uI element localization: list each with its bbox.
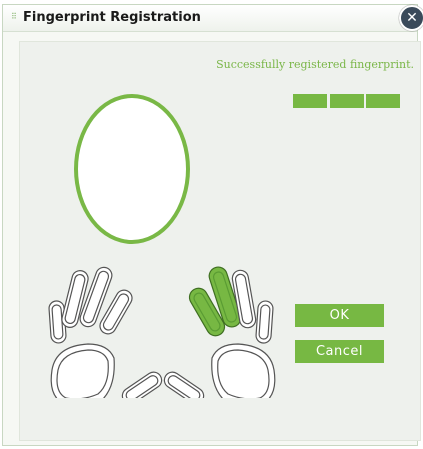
right-thumb[interactable]	[161, 369, 206, 398]
progress-bar	[293, 94, 401, 108]
progress-segment	[366, 94, 400, 108]
left-thumb[interactable]	[119, 369, 164, 398]
status-message: Successfully registered fingerprint.	[216, 58, 414, 71]
dialog-title: Fingerprint Registration	[23, 10, 201, 25]
ok-button[interactable]: OK	[295, 304, 384, 327]
progress-segment	[293, 94, 327, 108]
fingerprint-preview	[74, 94, 190, 244]
hands-diagram	[48, 266, 276, 398]
close-icon[interactable]: ✕	[399, 5, 423, 31]
dialog-titlebar[interactable]: ⠿ Fingerprint Registration	[3, 5, 417, 32]
cancel-button[interactable]: Cancel	[295, 340, 384, 363]
right-palm	[211, 343, 276, 398]
grip-icon: ⠿	[11, 12, 17, 21]
left-palm	[50, 343, 115, 398]
progress-segment	[330, 94, 364, 108]
registration-panel: Successfully registered fingerprint. OK …	[19, 41, 421, 441]
right-pinky[interactable]	[255, 300, 274, 344]
fingerprint-registration-dialog: ⠿ Fingerprint Registration ✕ Successfull…	[2, 4, 423, 446]
